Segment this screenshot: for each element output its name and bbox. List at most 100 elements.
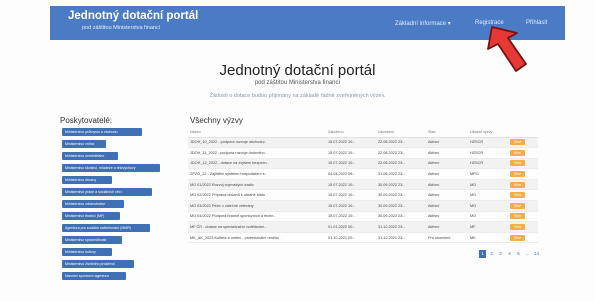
provider-button[interactable]: Ministerstvo průmyslu a obchodu [62,128,142,136]
provider-button[interactable]: Ministerstvo spravedlnosti [62,236,122,244]
call-name-link[interactable]: MF ČR - dotace na specializační vzdělává… [188,221,326,233]
call-provider: MO [468,189,508,202]
detail-button[interactable]: Více [510,139,526,146]
call-name-link[interactable]: JDOH_11_2022 - podpora rozvoje drobného.… [188,147,326,159]
table-row: MF ČR - dotace na specializační vzdělává… [188,221,538,233]
pagination: 1 2 3 4 5 ... 14 [479,250,540,258]
brand-subtitle: pod záštitou Ministerstva financí [82,25,161,31]
table-row: MO 01/2022 Rozvoj vojenských tradic 15.0… [188,179,538,191]
call-created: 15.07.2022 10:.. [326,200,376,212]
column-header-action [508,128,538,138]
call-end: 22.08.2022 23:.. [376,137,426,149]
provider-button[interactable]: Ministerstvo vnitra [62,140,106,148]
call-provider: HZSCR [468,137,508,149]
column-header-end[interactable]: Ukončení [376,128,426,138]
table-row: MO 04/2022 Podpora branně sportovních a … [188,211,538,223]
call-created: 15.07.2022 10:.. [326,158,376,170]
nav-basic-info-dropdown[interactable]: Základní informace ▾ [395,20,451,27]
call-end: 31.12.2021 23:.. [376,232,426,244]
call-created: 15.07.2022 10:.. [326,137,376,149]
call-status: Aktivní [426,168,468,180]
call-created: 01.10.2021 00:.. [326,232,376,244]
detail-button[interactable]: Více [510,160,526,167]
page-subtitle: pod záštitou Ministerstva financí [254,80,341,86]
call-created: 15.07.2022 10:.. [326,211,376,223]
call-name-link[interactable]: MO 01/2022 Rozvoj vojenských tradic [188,179,326,191]
call-name-link[interactable]: MO 04/2022 Podpora branně sportovních a … [188,211,326,223]
detail-button[interactable]: Více [510,202,526,209]
table-row: JDOH_10_2022 - podpora rozvoje obchodní.… [188,137,538,149]
page-2-button[interactable]: 2 [488,250,495,258]
column-header-show-calls[interactable]: Ukázat výzvy [468,128,508,138]
page-last-button[interactable]: 14 [533,250,540,258]
call-status: Aktivní [426,211,468,223]
detail-button[interactable]: Více [510,224,526,231]
column-header-created[interactable]: Založeno [326,128,376,138]
call-end: 30.09.2022 23:.. [376,211,426,223]
call-status: Aktivní [426,147,468,159]
detail-button[interactable]: Více [510,234,526,241]
call-provider: MPO [468,168,508,180]
provider-button[interactable]: Národní sportovní agentura [62,272,126,280]
column-header-name[interactable]: Název [188,128,326,138]
page-title: Jednotný dotační portál [219,62,376,79]
providers-heading: Poskytovatelé: [60,116,113,125]
table-row: MO 02/2022 Příprava občanů k obraně stát… [188,189,538,202]
call-created: 15.07.2022 10:.. [326,179,376,191]
table-row: ZPZO_22 - Zajištění systému hospodaření … [188,168,538,180]
call-name-link[interactable]: MO 03/2022 Péče o válečné veterány [188,200,326,212]
call-status: Aktivní [426,179,468,191]
detail-button[interactable]: Více [510,192,526,199]
page-1-button[interactable]: 1 [479,250,486,258]
call-status: Aktivní [426,200,468,212]
table-header-row: Název Založeno Ukončení Stav Ukázat výzv… [188,128,538,138]
call-created: 01.01.2022 00:.. [326,221,376,233]
provider-button[interactable]: Ministerstvo zemědělství [62,152,118,160]
call-created: 15.07.2022 10:.. [326,189,376,202]
call-name-link[interactable]: JDOH_12_2022 - dotace na zvýšení bezpečn… [188,158,326,170]
column-header-state[interactable]: Stav [426,128,468,138]
call-provider: MO [468,179,508,191]
call-name-link[interactable]: JDOH_10_2022 - podpora rozvoje obchodní.… [188,137,326,149]
call-end: 22.08.2022 23:.. [376,147,426,159]
detail-button[interactable]: Více [510,181,526,188]
call-status: Aktivní [426,189,468,202]
call-name-link[interactable]: ZPZO_22 - Zajištění systému hospodaření … [188,168,326,180]
call-status: Pro ukončení [426,232,468,244]
table-row: MK_AK_2023 Kultura a umění - profesionál… [188,232,538,244]
call-status: Aktivní [426,137,468,149]
table-row: MO 03/2022 Péče o válečné veterány 15.07… [188,200,538,212]
call-end: 31.08.2022 23:.. [376,168,426,180]
call-end: 30.09.2022 23:.. [376,200,426,212]
call-name-link[interactable]: MK_AK_2023 Kultura a umění - profesionál… [188,232,326,244]
provider-button[interactable]: Ministerstvo školství, mládeže a tělovýc… [62,164,160,172]
call-name-link[interactable]: MO 02/2022 Příprava občanů k obraně stát… [188,189,326,202]
provider-button[interactable]: Ministerstvo práce a sociálních věcí [62,188,152,196]
detail-button[interactable]: Více [510,213,526,220]
brand-title[interactable]: Jednotný dotační portál [68,10,198,22]
call-provider: MO [468,211,508,223]
call-provider: HZSCR [468,147,508,159]
provider-button[interactable]: Ministerstvo zdravotnictví [62,200,124,208]
table-row: JDOH_11_2022 - podpora rozvoje drobného.… [188,147,538,159]
call-end: 30.09.2022 23:.. [376,189,426,202]
detail-button[interactable]: Více [510,149,526,156]
page-description: Žádosti o dotace budou přijímány na zákl… [209,93,386,99]
page-4-button[interactable]: 4 [506,250,513,258]
call-status: Aktivní [426,158,468,170]
page-ellipsis: ... [525,251,530,256]
call-created: 04.04.2022 09:.. [326,168,376,180]
call-created: 15.07.2022 10:.. [326,147,376,159]
call-provider: HZSCR [468,158,508,170]
page-5-button[interactable]: 5 [515,250,522,258]
provider-button[interactable]: Ministerstvo kultury [62,248,112,256]
provider-button[interactable]: Ministerstvo obrany [62,176,112,184]
detail-button[interactable]: Více [510,171,526,178]
calls-heading: Všechny výzvy [190,116,243,125]
provider-button[interactable]: Agentura pro sociální začleňování (MMR) [62,224,150,232]
page-3-button[interactable]: 3 [497,250,504,258]
calls-table: Název Založeno Ukončení Stav Ukázat výzv… [188,128,538,244]
provider-button[interactable]: Ministerstvo financí (MF) [62,212,120,220]
provider-button[interactable]: Ministerstvo životního prostředí [62,260,134,268]
call-status: Aktivní [426,221,468,233]
